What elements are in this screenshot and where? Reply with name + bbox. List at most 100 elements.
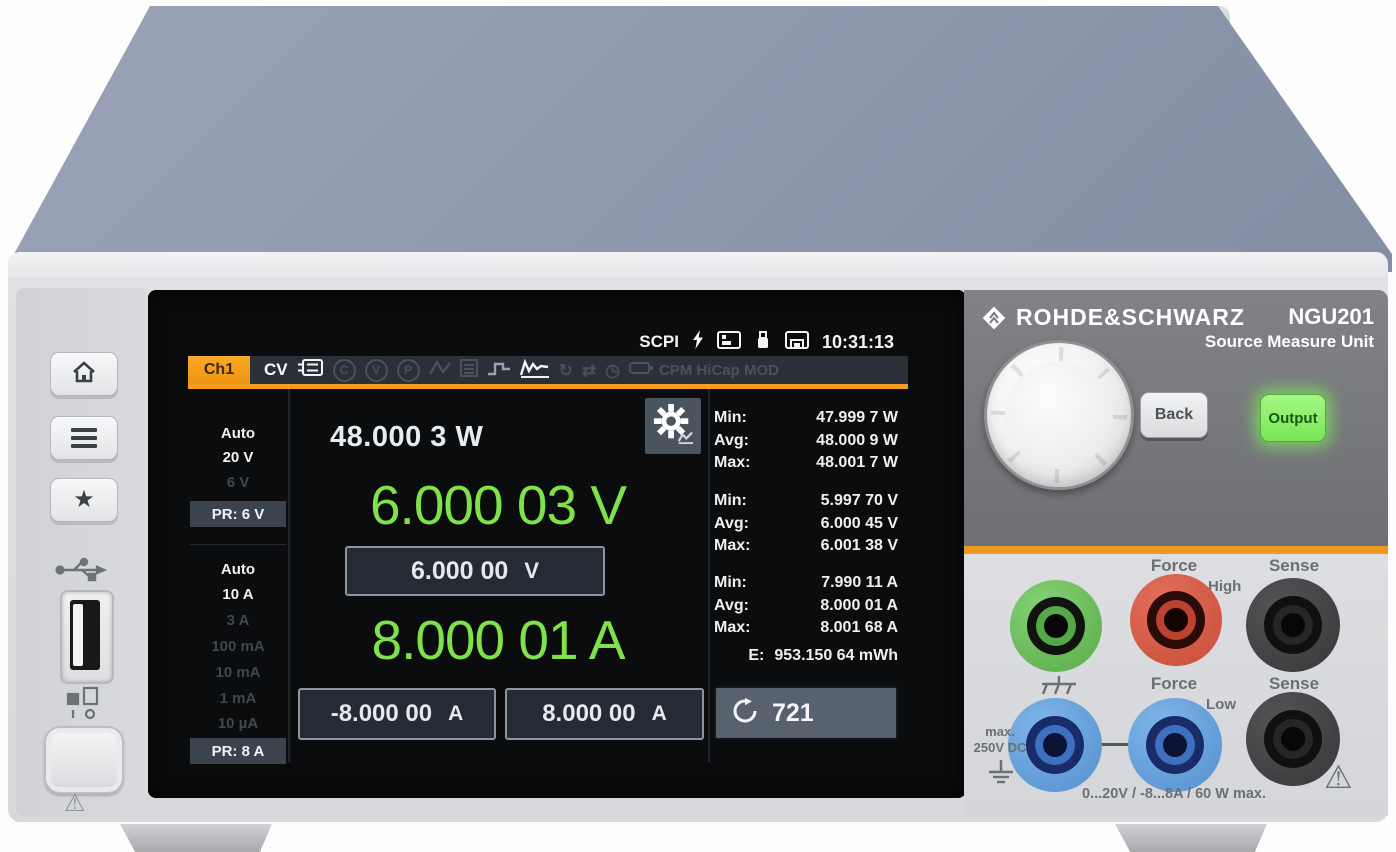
voltage-protection-icon[interactable]: V: [365, 359, 388, 382]
power-button[interactable]: [44, 726, 124, 794]
output-terminal-icon[interactable]: [298, 358, 324, 382]
stat-label: Max:: [714, 619, 760, 641]
usb-device-icon: [754, 331, 772, 354]
logging-icon[interactable]: [520, 358, 550, 383]
current-range-option[interactable]: 3 A: [188, 612, 288, 629]
current-max-row: Max: 8.001 68 A: [714, 619, 898, 641]
energy-row: E: 953.150 64 mWh: [714, 647, 898, 665]
sense-high-jack[interactable]: [1246, 578, 1340, 672]
voltage-range-auto[interactable]: Auto: [188, 425, 288, 442]
knob-face: [1005, 361, 1113, 469]
force-low-label: Force: [1132, 674, 1216, 694]
timer-icon[interactable]: ◷: [605, 362, 620, 379]
divider: [288, 389, 290, 762]
left-foot: [120, 824, 272, 852]
voltage-set-field[interactable]: 6.000 00 V: [345, 546, 605, 596]
reset-counter-icon[interactable]: [732, 698, 758, 729]
model-number: NGU201: [1288, 304, 1374, 330]
output-button[interactable]: Output: [1260, 394, 1326, 442]
low-label: Low: [1206, 696, 1236, 713]
status-bar: SCPI 10:31:13: [639, 328, 894, 356]
warning-icon: ⚠: [1324, 758, 1353, 796]
current-range-active[interactable]: 10 A: [188, 586, 288, 603]
current-range-auto[interactable]: Auto: [188, 561, 288, 578]
ramp-icon[interactable]: [487, 360, 511, 381]
rotary-knob[interactable]: [984, 340, 1134, 490]
stat-label: Avg:: [714, 432, 760, 454]
stat-value: 8.001 68 A: [820, 619, 898, 641]
arb-waveform-icon[interactable]: [429, 359, 451, 382]
force-high-label: Force: [1132, 556, 1216, 576]
favorites-star-icon: ★: [73, 488, 95, 512]
voltage-range-active[interactable]: 20 V: [188, 449, 288, 466]
gear-graph-icon: [652, 403, 694, 450]
stat-label: Min:: [714, 574, 760, 596]
favorites-button[interactable]: ★: [50, 478, 118, 522]
current-range-option[interactable]: 10 mA: [188, 664, 288, 681]
menu-button[interactable]: [50, 416, 118, 460]
divider: [708, 389, 710, 762]
voltage-min-row: Min: 5.997 70 V: [714, 492, 898, 514]
ground-jack[interactable]: [1010, 580, 1102, 672]
current-range-option[interactable]: 100 mA: [188, 638, 288, 655]
cpm-mode-label: CPM HiCap MOD: [659, 362, 779, 379]
clock-time: 10:31:13: [822, 332, 894, 353]
channel-content: Auto 20 V 6 V PR: 6 V Auto 10 A 3 A 100 …: [188, 389, 908, 764]
instrument-front-view: ★ ⚠ SCPI: [0, 0, 1396, 852]
force-low-jack[interactable]: [1128, 698, 1222, 792]
current-neg-limit-value: -8.000 00: [331, 700, 432, 728]
sample-counter[interactable]: 721: [714, 686, 898, 740]
voltage-range-option[interactable]: 6 V: [188, 474, 288, 491]
energy-label: E:: [748, 647, 764, 665]
stat-label: Avg:: [714, 597, 760, 619]
current-range-option[interactable]: 10 µA: [188, 715, 288, 732]
channel-settings-button[interactable]: [645, 398, 701, 454]
counter-value: 721: [772, 699, 814, 728]
current-negative-limit-field[interactable]: -8.000 00 A: [298, 688, 496, 740]
stat-label: Max:: [714, 537, 760, 559]
lightning-icon: [692, 330, 704, 354]
touchscreen-display[interactable]: SCPI 10:31:13 Ch1 CV: [188, 326, 908, 764]
stat-label: Min:: [714, 409, 760, 431]
current-readout: 8.000 01 A: [288, 608, 708, 672]
power-readout: 48.000 3 W: [330, 421, 483, 454]
current-neg-limit-unit: A: [448, 702, 463, 726]
current-avg-row: Avg: 8.000 01 A: [714, 597, 898, 619]
stat-value: 48.000 9 W: [816, 432, 898, 454]
power-min-row: Min: 47.999 7 W: [714, 409, 898, 431]
stat-value: 48.001 7 W: [816, 454, 898, 476]
stat-value: 7.990 11 A: [821, 574, 898, 596]
capacitance-icon[interactable]: C: [333, 359, 356, 382]
power-protection-icon[interactable]: P: [397, 359, 420, 382]
range-column: Auto 20 V 6 V PR: 6 V Auto 10 A 3 A 100 …: [188, 389, 288, 762]
home-button[interactable]: [50, 352, 118, 396]
max-voltage-label-1: max.: [968, 724, 1032, 740]
loop-icon[interactable]: ↻: [559, 362, 573, 379]
top-cover: [0, 6, 1396, 272]
battery-icon[interactable]: [629, 361, 653, 380]
current-present-range: PR: 8 A: [190, 738, 286, 764]
voltage-present-range: PR: 6 V: [190, 501, 286, 527]
lan-icon: [785, 331, 809, 354]
current-pos-limit-unit: A: [652, 702, 667, 726]
device-subtitle: Source Measure Unit: [1205, 332, 1374, 352]
menu-icon: [71, 428, 97, 448]
list-icon[interactable]: [460, 359, 478, 382]
stat-label: Max:: [714, 454, 760, 476]
usb-port[interactable]: [60, 590, 114, 684]
tab-bar: Ch1 CV C V P: [188, 356, 908, 384]
power-avg-row: Avg: 48.000 9 W: [714, 432, 898, 454]
current-positive-limit-field[interactable]: 8.000 00 A: [505, 688, 704, 740]
voltage-readout: 6.000 03 V: [288, 473, 708, 537]
power-max-row: Max: 48.001 7 W: [714, 454, 898, 476]
force-high-jack[interactable]: [1130, 574, 1222, 666]
stat-label: Avg:: [714, 515, 760, 537]
swap-arrows-icon[interactable]: ⇄: [582, 362, 596, 379]
tab-channel-1[interactable]: Ch1: [188, 356, 250, 384]
back-button[interactable]: Back: [1140, 392, 1208, 438]
current-range-option[interactable]: 1 mA: [188, 690, 288, 707]
stat-label: Min:: [714, 492, 760, 514]
cv-mode-label: CV: [264, 360, 288, 380]
current-pos-limit-value: 8.000 00: [542, 700, 635, 728]
stat-value: 8.000 01 A: [820, 597, 898, 619]
